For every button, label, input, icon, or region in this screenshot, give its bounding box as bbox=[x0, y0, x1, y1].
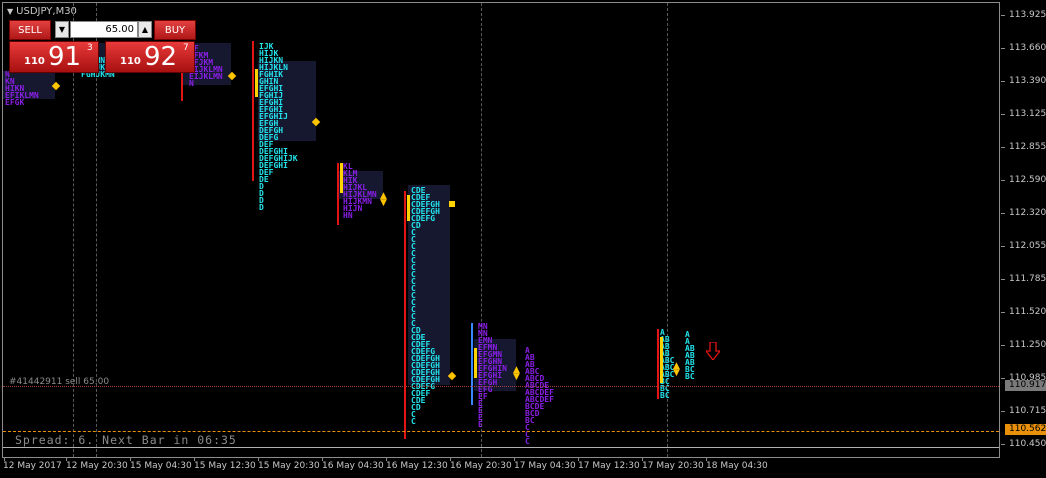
price-tick bbox=[1001, 81, 1005, 82]
sell-quote-big: 91 bbox=[48, 42, 82, 72]
time-axis[interactable]: 12 May 2017 12 May 20:30 15 May 04:30 15… bbox=[0, 458, 1000, 478]
price-tick bbox=[1001, 147, 1005, 148]
sell-arrow-icon bbox=[706, 342, 720, 360]
price-label: 111.785 bbox=[1009, 274, 1046, 284]
price-tick bbox=[1001, 444, 1005, 445]
spread-info: Spread: 6. Next Bar in 06:35 bbox=[15, 433, 237, 447]
time-label: 15 May 20:30 bbox=[258, 461, 320, 471]
price-label: 112.590 bbox=[1009, 175, 1046, 185]
chart-area[interactable]: ▼USDJPY,M30 N KN HIKN EFIKLMN EFGK IKN K… bbox=[2, 2, 1000, 458]
price-tick bbox=[1001, 312, 1005, 313]
time-label: 17 May 04:30 bbox=[514, 461, 576, 471]
price-tick bbox=[1001, 378, 1005, 379]
bid-price-tag: 110.562 bbox=[1005, 424, 1046, 435]
one-click-trading-panel: SELL ▼ 65.00 ▲ BUY 110 91 3 110 92 7 bbox=[9, 20, 196, 73]
tpo-profile-7: MN MN EMN EFMN EFGMN EFGHN EFGHIN EFGHI … bbox=[478, 322, 507, 429]
value-bar bbox=[255, 69, 258, 97]
price-axis[interactable]: 113.925 113.660 113.390 113.125 112.855 … bbox=[1001, 2, 1046, 458]
time-label: 12 May 2017 bbox=[3, 461, 62, 471]
time-label: 15 May 12:30 bbox=[194, 461, 256, 471]
buy-quote[interactable]: 110 92 7 bbox=[105, 41, 195, 73]
chart-menu-icon[interactable]: ▼ bbox=[7, 7, 13, 16]
time-label: 18 May 04:30 bbox=[706, 461, 768, 471]
tpo-profile-10: A A AB AB AB BC BC bbox=[685, 330, 695, 381]
price-tick bbox=[1001, 15, 1005, 16]
time-label: 16 May 04:30 bbox=[322, 461, 384, 471]
chart-symbol: ▼ USDJPY,M30 bbox=[7, 6, 77, 18]
price-tick bbox=[1001, 213, 1005, 214]
time-label: 17 May 12:30 bbox=[578, 461, 640, 471]
current-price-tag: 110.917 bbox=[1005, 380, 1046, 391]
price-label: 110.715 bbox=[1009, 406, 1046, 416]
sell-quote[interactable]: 110 91 3 bbox=[9, 41, 99, 73]
poc-bar bbox=[252, 41, 254, 181]
time-label: 16 May 12:30 bbox=[386, 461, 448, 471]
price-label: 113.390 bbox=[1009, 76, 1046, 86]
range-bar bbox=[471, 323, 473, 405]
chevron-down-icon: ▼ bbox=[58, 25, 66, 34]
price-label: 113.925 bbox=[1009, 10, 1046, 20]
price-label: 112.055 bbox=[1009, 241, 1046, 251]
sell-quote-prefix: 110 bbox=[24, 56, 45, 67]
price-tick bbox=[1001, 246, 1005, 247]
poc-bar bbox=[657, 329, 659, 399]
time-label: 16 May 20:30 bbox=[450, 461, 512, 471]
lot-increase-button[interactable]: ▲ bbox=[138, 21, 152, 38]
price-label: 113.125 bbox=[1009, 109, 1046, 119]
price-tick bbox=[1001, 345, 1005, 346]
sell-button[interactable]: SELL bbox=[9, 20, 51, 40]
tpo-profile-6: CDE CDEF CDEFGH CDEFGH CDEFG CD C C C C … bbox=[411, 186, 440, 426]
price-label: 112.855 bbox=[1009, 142, 1046, 152]
tpo-profile-1: N KN HIKN EFIKLMN EFGK bbox=[5, 70, 39, 107]
price-tick bbox=[1001, 411, 1005, 412]
time-label: 15 May 04:30 bbox=[130, 461, 192, 471]
buy-button[interactable]: BUY bbox=[154, 20, 196, 40]
arrow-marker: ▲ ▼ bbox=[380, 191, 387, 208]
value-bar bbox=[407, 195, 410, 221]
chevron-up-icon: ▲ bbox=[141, 25, 149, 34]
arrow-marker: ▲ ▼ bbox=[673, 361, 680, 378]
panel-divider bbox=[3, 447, 999, 448]
buy-quote-prefix: 110 bbox=[120, 56, 141, 67]
tpo-profile-5: KL KLM HIK HIJKL HIJKLMN HIJKMN HIJN HN bbox=[343, 162, 377, 220]
price-label: 110.450 bbox=[1009, 439, 1046, 449]
poc-bar bbox=[404, 191, 406, 439]
time-label: 17 May 20:30 bbox=[642, 461, 704, 471]
poc-bar bbox=[337, 163, 339, 225]
lot-decrease-button[interactable]: ▼ bbox=[55, 21, 69, 38]
value-bar bbox=[340, 163, 343, 193]
time-label: 12 May 20:30 bbox=[66, 461, 128, 471]
symbol-label: USDJPY,M30 bbox=[16, 6, 77, 17]
buy-quote-big: 92 bbox=[144, 42, 178, 72]
price-label: 112.320 bbox=[1009, 208, 1046, 218]
sell-quote-sup: 3 bbox=[87, 43, 93, 53]
price-tick bbox=[1001, 180, 1005, 181]
price-label: 111.520 bbox=[1009, 307, 1046, 317]
price-tick bbox=[1001, 48, 1005, 49]
tpo-profile-4: IJK HIJK HIJKN HIJKLN FGHIK GHIN EFGHI F… bbox=[259, 42, 298, 212]
price-tick bbox=[1001, 114, 1005, 115]
order-line[interactable] bbox=[3, 386, 999, 387]
arrow-marker: ▲ ▼ bbox=[513, 365, 520, 382]
square-marker bbox=[449, 201, 455, 207]
buy-quote-sup: 7 bbox=[183, 43, 189, 53]
price-label: 111.250 bbox=[1009, 340, 1046, 350]
price-tick bbox=[1001, 279, 1005, 280]
price-label: 113.660 bbox=[1009, 43, 1046, 53]
order-label: #41442911 sell 65.00 bbox=[9, 377, 110, 387]
value-bar bbox=[660, 337, 663, 383]
value-bar bbox=[474, 348, 477, 378]
bid-line bbox=[3, 431, 999, 432]
lot-size-input[interactable]: 65.00 bbox=[70, 21, 138, 38]
